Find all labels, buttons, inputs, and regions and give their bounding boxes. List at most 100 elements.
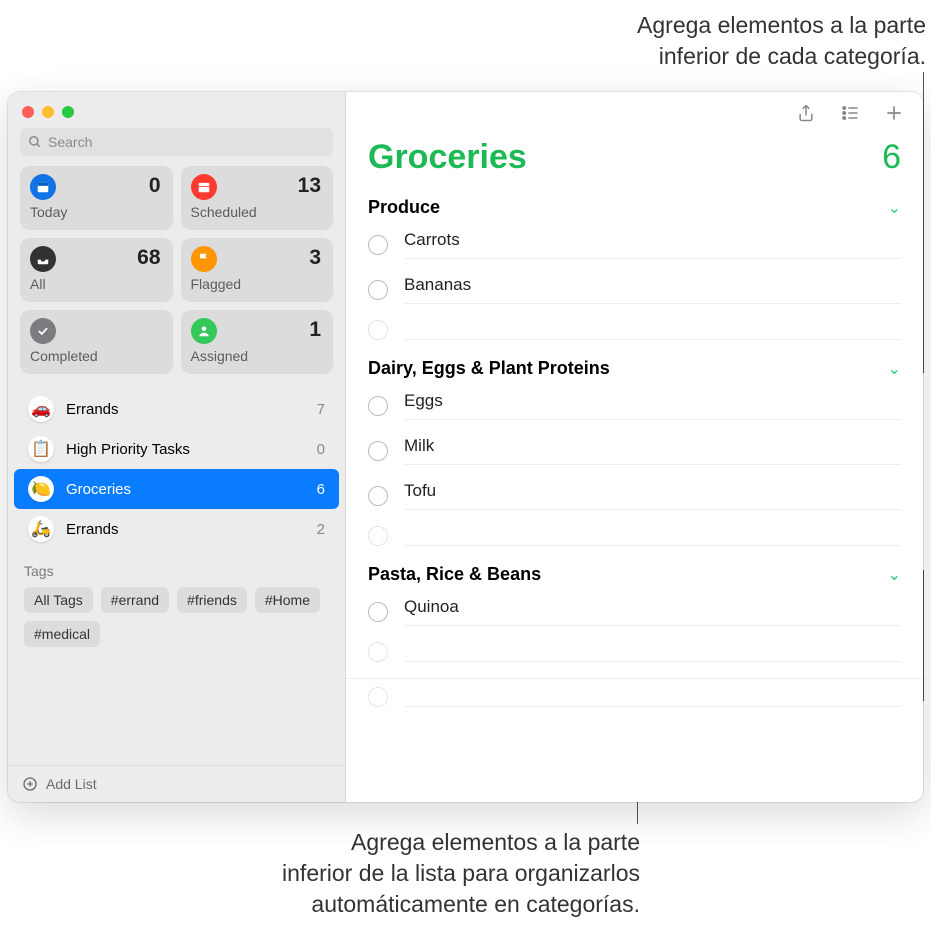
list-emoji-icon: 🚗 [28,396,54,422]
view-options-button[interactable] [839,102,861,124]
list-name: Errands [66,521,305,538]
list-emoji-icon: 🛵 [28,516,54,542]
calendar-icon [191,174,217,200]
chevron-down-icon[interactable]: ⌄ [888,359,901,379]
reminder-item[interactable]: Carrots [346,222,923,267]
checkmark-icon [30,318,56,344]
chevron-down-icon[interactable]: ⌄ [888,198,901,218]
tag-chip[interactable]: #friends [177,587,247,613]
complete-toggle[interactable] [368,280,388,300]
reminder-item[interactable]: Eggs [346,383,923,428]
smart-flagged[interactable]: 3 Flagged [181,238,334,302]
complete-toggle[interactable] [368,441,388,461]
list-row-errands-2[interactable]: 🛵 Errands 2 [14,509,339,549]
list-name: Errands [66,401,305,418]
add-item-placeholder[interactable] [346,518,923,554]
section-header-dairy[interactable]: Dairy, Eggs & Plant Proteins ⌄ [346,348,923,383]
add-item-bottom-placeholder[interactable] [346,678,923,715]
reminder-title[interactable]: Milk [404,436,901,465]
smart-today-count: 0 [149,174,161,198]
tag-chip[interactable]: #errand [101,587,169,613]
search-placeholder: Search [48,134,92,150]
reminder-item[interactable]: Milk [346,428,923,473]
smart-today[interactable]: 0 Today [20,166,173,230]
smart-all-count: 68 [137,246,160,270]
section-header-pasta[interactable]: Pasta, Rice & Beans ⌄ [346,554,923,589]
tray-icon [30,246,56,272]
smart-scheduled[interactable]: 13 Scheduled [181,166,334,230]
plus-circle-icon [22,776,38,792]
smart-flagged-count: 3 [309,246,321,270]
ghost-bullet-icon [368,526,388,546]
maximize-button[interactable] [62,106,74,118]
tag-chip[interactable]: #medical [24,621,100,647]
tag-chip[interactable]: All Tags [24,587,93,613]
new-item-input[interactable] [404,642,901,662]
list-row-groceries[interactable]: 🍋 Groceries 6 [14,469,339,509]
lists-section: 🚗 Errands 7 📋 High Priority Tasks 0 🍋 Gr… [8,385,345,549]
toolbar [346,92,923,134]
smart-completed-label: Completed [30,348,161,364]
list-count: 0 [317,441,325,458]
list-count: 2 [317,521,325,538]
chevron-down-icon[interactable]: ⌄ [888,565,901,585]
reminder-title[interactable]: Bananas [404,275,901,304]
list-icon [839,103,861,123]
smart-today-label: Today [30,204,161,220]
smart-scheduled-label: Scheduled [191,204,322,220]
list-row-errands[interactable]: 🚗 Errands 7 [14,389,339,429]
reminder-title[interactable]: Tofu [404,481,901,510]
search-icon [28,135,42,149]
smart-assigned-label: Assigned [191,348,322,364]
calendar-icon [30,174,56,200]
smart-assigned-count: 1 [309,318,321,342]
callout-text-bottom: Agrega elementos a la parteinferior de l… [170,827,640,920]
list-count: 7 [317,401,325,418]
add-item-placeholder[interactable] [346,634,923,670]
reminder-title[interactable]: Carrots [404,230,901,259]
add-list-button[interactable]: Add List [8,765,345,802]
list-name: Groceries [66,481,305,498]
add-item-placeholder[interactable] [346,312,923,348]
add-list-label: Add List [46,776,97,792]
reminder-item[interactable]: Tofu [346,473,923,518]
complete-toggle[interactable] [368,396,388,416]
tag-chip[interactable]: #Home [255,587,320,613]
complete-toggle[interactable] [368,486,388,506]
search-input[interactable]: Search [20,128,333,156]
new-item-input[interactable] [404,320,901,340]
section-name: Pasta, Rice & Beans [368,564,541,585]
reminder-item[interactable]: Quinoa [346,589,923,634]
reminder-item[interactable]: Bananas [346,267,923,312]
list-total-count: 6 [882,138,901,177]
close-button[interactable] [22,106,34,118]
list-title: Groceries [368,138,527,177]
tags-heading: Tags [24,563,329,579]
person-icon [191,318,217,344]
list-emoji-icon: 📋 [28,436,54,462]
flag-icon [191,246,217,272]
minimize-button[interactable] [42,106,54,118]
smart-assigned[interactable]: 1 Assigned [181,310,334,374]
complete-toggle[interactable] [368,602,388,622]
section-header-produce[interactable]: Produce ⌄ [346,187,923,222]
section-name: Dairy, Eggs & Plant Proteins [368,358,610,379]
list-row-high-priority[interactable]: 📋 High Priority Tasks 0 [14,429,339,469]
new-item-input[interactable] [404,687,901,707]
app-window: Search 0 Today 13 S [8,92,923,802]
add-item-button[interactable] [883,102,905,124]
reminder-title[interactable]: Eggs [404,391,901,420]
smart-scheduled-count: 13 [298,174,321,198]
section-name: Produce [368,197,440,218]
list-name: High Priority Tasks [66,441,305,458]
callout-text-top: Agrega elementos a la parteinferior de c… [496,10,926,72]
smart-all[interactable]: 68 All [20,238,173,302]
new-item-input[interactable] [404,526,901,546]
main-content: Groceries 6 Produce ⌄ Carrots Bananas Da… [346,92,923,802]
sidebar: Search 0 Today 13 S [8,92,346,802]
share-button[interactable] [795,102,817,124]
callout-line [923,570,924,700]
complete-toggle[interactable] [368,235,388,255]
reminder-title[interactable]: Quinoa [404,597,901,626]
smart-completed[interactable]: Completed [20,310,173,374]
